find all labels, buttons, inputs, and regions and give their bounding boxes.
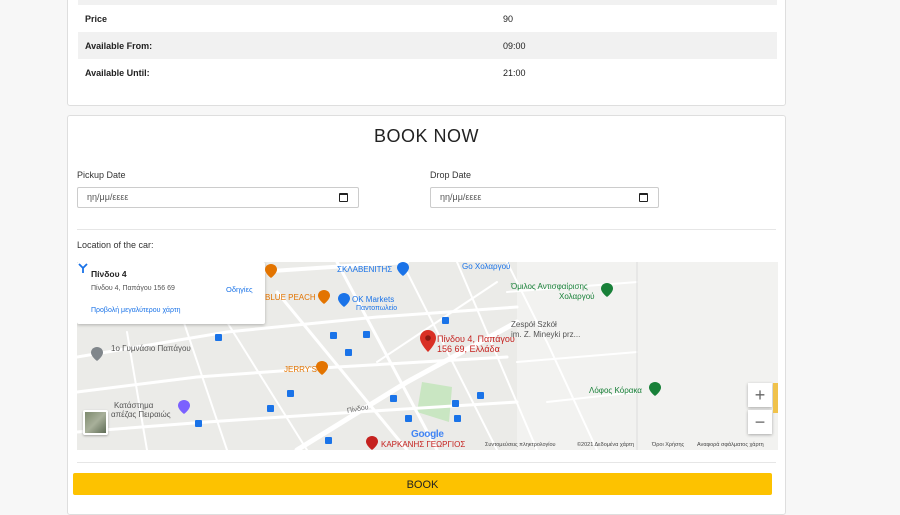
divider	[77, 229, 776, 230]
keyboard-shortcuts-link[interactable]: Συντομεύσεις πληκτρολογίου	[485, 442, 556, 448]
booking-card: BOOK NOW Pickup Date ηη/μμ/εεεε Drop Dat…	[67, 115, 786, 515]
location-map[interactable]: Πίνδου 4 Πίνδου 4, Παπάγου 156 69 Οδηγίε…	[77, 262, 778, 450]
location-label: Location of the car:	[77, 240, 154, 250]
pickup-date-input[interactable]: ηη/μμ/εεεε	[77, 187, 359, 208]
marker-label: Πίνδου 4, Παπάγου	[437, 334, 515, 344]
divider	[77, 462, 776, 463]
car-details-table: Price 90 Available From: 09:00 Available…	[78, 0, 777, 86]
available-from-value: 09:00	[496, 32, 777, 59]
zoom-out-button[interactable]: −	[748, 410, 772, 434]
book-button[interactable]: BOOK	[73, 473, 772, 495]
report-error-link[interactable]: Αναφορά σφάλματος χάρτη	[697, 442, 764, 448]
zoom-in-button[interactable]: +	[748, 383, 772, 407]
car-details-card: Price 90 Available From: 09:00 Available…	[67, 0, 786, 106]
pickup-date-label: Pickup Date	[77, 170, 126, 180]
transit-stop-icon	[195, 317, 484, 444]
pickup-date-placeholder: ηη/μμ/εεεε	[87, 192, 129, 202]
available-until-label: Available Until:	[85, 67, 150, 78]
location-marker-icon[interactable]	[420, 330, 436, 352]
drop-date-placeholder: ηη/μμ/εεεε	[440, 192, 482, 202]
page-title: BOOK NOW	[373, 126, 479, 146]
map-data-attribution: ©2021 Δεδομένα χάρτη	[577, 442, 635, 448]
google-logo: Google	[411, 429, 444, 440]
table-row: Available Until: 21:00	[78, 59, 777, 86]
table-row: Price 90	[78, 5, 777, 32]
calendar-icon[interactable]	[339, 193, 348, 202]
table-row: Available From: 09:00	[78, 32, 777, 59]
price-value: 90	[503, 13, 514, 24]
price-label: Price	[85, 13, 108, 24]
drop-date-label: Drop Date	[430, 170, 472, 180]
marker-label: 156 69, Ελλάδα	[437, 344, 500, 354]
available-from-label: Available From:	[78, 32, 496, 59]
pegman-edge[interactable]	[773, 383, 778, 413]
street-view-thumbnail[interactable]	[83, 410, 108, 435]
calendar-icon[interactable]	[639, 193, 648, 202]
terms-link[interactable]: Όροι Χρήσης	[652, 442, 684, 448]
available-until-value: 21:00	[503, 67, 526, 78]
drop-date-input[interactable]: ηη/μμ/εεεε	[430, 187, 659, 208]
